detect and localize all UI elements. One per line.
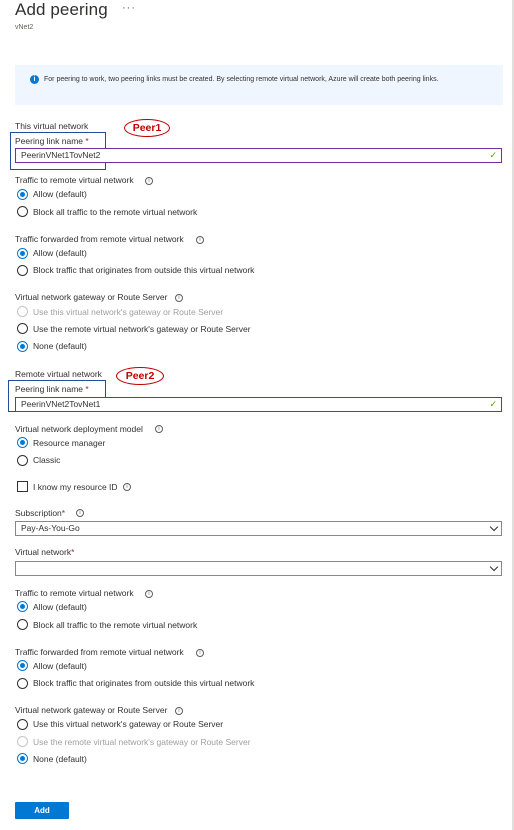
radio-label: Classic (33, 455, 61, 465)
radio-label: None (default) (33, 754, 87, 764)
info-circle-icon[interactable]: i (175, 294, 183, 302)
traffic-remote-label-remote: Traffic to remote virtual network (15, 588, 134, 598)
radio-label: None (default) (33, 341, 87, 351)
deployment-model-label: Virtual network deployment model (15, 424, 143, 434)
radio-block-forwarded-remote[interactable] (17, 678, 28, 689)
peering-link-name-input-this[interactable]: PeerinVNet1TovNet2 ✓ (15, 148, 502, 163)
radio-label: Block traffic that originates from outsi… (33, 678, 255, 688)
annotation-peer2: Peer2 (116, 367, 164, 385)
radio-label: Block traffic that originates from outsi… (33, 265, 255, 275)
radio-label: Use this virtual network's gateway or Ro… (33, 307, 224, 317)
valid-check-icon: ✓ (489, 399, 497, 409)
section-this-network: This virtual network (15, 121, 89, 131)
page-title: Add peering (15, 0, 108, 19)
radio-resource-manager[interactable] (17, 437, 28, 448)
radio-label: Resource manager (33, 438, 106, 448)
info-circle-icon[interactable]: i (196, 649, 204, 657)
info-circle-icon[interactable]: i (196, 236, 204, 244)
info-banner (15, 65, 503, 105)
resource-id-checkbox[interactable] (17, 481, 28, 492)
add-button[interactable]: Add (15, 802, 69, 819)
info-circle-icon[interactable]: i (155, 425, 163, 433)
radio-label: Allow (default) (33, 661, 87, 671)
info-circle-icon[interactable]: i (76, 509, 84, 517)
radio-use-this-gateway-this (17, 306, 28, 317)
radio-label: Block all traffic to the remote virtual … (33, 620, 198, 630)
traffic-forwarded-label-remote: Traffic forwarded from remote virtual ne… (15, 647, 184, 657)
radio-allow-traffic-this[interactable] (17, 189, 28, 200)
gateway-label-remote: Virtual network gateway or Route Server (15, 705, 168, 715)
radio-allow-forwarded-this[interactable] (17, 248, 28, 259)
radio-label: Block all traffic to the remote virtual … (33, 207, 198, 217)
annotation-peer1: Peer1 (124, 119, 170, 137)
page-subtitle: vNet2 (15, 24, 34, 31)
resource-id-label: I know my resource ID (33, 482, 118, 492)
peering-link-name-label: Peering link name * (15, 384, 89, 394)
radio-use-remote-gateway-remote (17, 736, 28, 747)
virtual-network-dropdown[interactable] (15, 561, 502, 576)
virtual-network-label: Virtual network* (15, 547, 75, 557)
radio-label: Allow (default) (33, 602, 87, 612)
radio-block-forwarded-this[interactable] (17, 265, 28, 276)
radio-block-traffic-remote[interactable] (17, 619, 28, 630)
traffic-forwarded-label-this: Traffic forwarded from remote virtual ne… (15, 234, 184, 244)
peering-link-name-label: Peering link name * (15, 136, 89, 146)
chevron-down-icon (489, 562, 499, 572)
section-remote-network: Remote virtual network (15, 369, 102, 379)
more-options-button[interactable]: ··· (122, 2, 136, 14)
info-icon: i (30, 75, 39, 84)
subscription-label: Subscription* (15, 508, 66, 518)
traffic-remote-label-this: Traffic to remote virtual network (15, 175, 134, 185)
radio-block-traffic-this[interactable] (17, 206, 28, 217)
info-banner-text: For peering to work, two peering links m… (44, 76, 439, 83)
valid-check-icon: ✓ (489, 150, 497, 160)
radio-none-gateway-this[interactable] (17, 341, 28, 352)
peering-link-name-input-remote[interactable]: PeerinVNet2TovNet1 ✓ (15, 397, 502, 412)
info-circle-icon[interactable]: i (145, 177, 153, 185)
subscription-dropdown[interactable]: Pay-As-You-Go (15, 521, 502, 536)
radio-label: Use the remote virtual network's gateway… (33, 737, 251, 747)
info-circle-icon[interactable]: i (123, 483, 131, 491)
info-circle-icon[interactable]: i (145, 590, 153, 598)
radio-allow-forwarded-remote[interactable] (17, 660, 28, 671)
gateway-label-this: Virtual network gateway or Route Server (15, 292, 168, 302)
chevron-down-icon (489, 522, 499, 532)
radio-none-gateway-remote[interactable] (17, 753, 28, 764)
radio-use-remote-gateway-this[interactable] (17, 323, 28, 334)
info-circle-icon[interactable]: i (175, 707, 183, 715)
radio-classic[interactable] (17, 455, 28, 466)
radio-label: Use the remote virtual network's gateway… (33, 324, 251, 334)
radio-label: Allow (default) (33, 189, 87, 199)
radio-use-this-gateway-remote[interactable] (17, 719, 28, 730)
radio-label: Use this virtual network's gateway or Ro… (33, 719, 224, 729)
radio-label: Allow (default) (33, 248, 87, 258)
radio-allow-traffic-remote[interactable] (17, 601, 28, 612)
